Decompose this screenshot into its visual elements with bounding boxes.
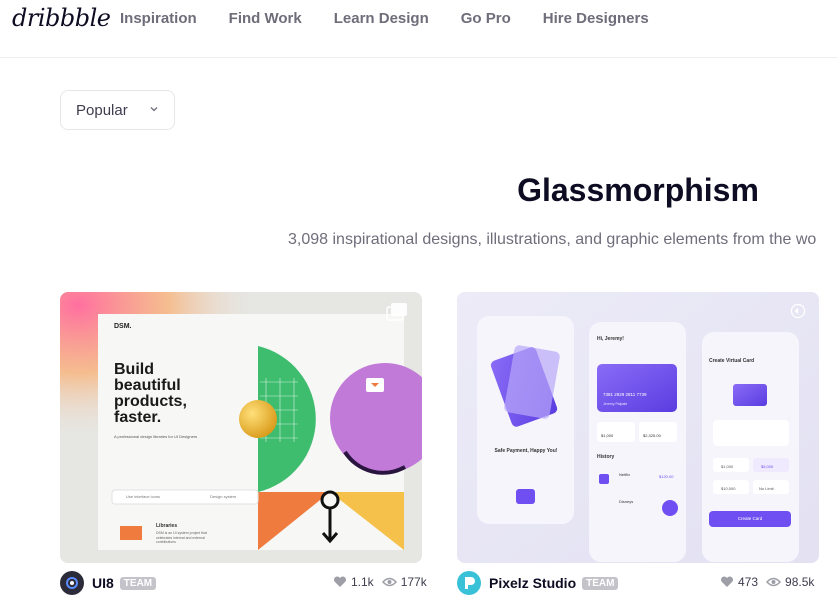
shot-stats: 473 98.5k	[720, 575, 822, 589]
shot-search: Use interface icons	[126, 494, 161, 499]
shot-thumbnail[interactable]: DSM. Build beautiful products, faster. A…	[60, 292, 422, 563]
shot-greeting: Hi, Jeremy!	[597, 336, 624, 342]
team-badge: TEAM	[119, 576, 157, 590]
shot-dropdown: Design system	[210, 494, 237, 499]
shot-tagline: A professional design libraries for UI D…	[114, 434, 198, 439]
view-count: 177k	[400, 575, 427, 589]
eye-icon	[381, 577, 397, 587]
shot-preview-payment	[457, 292, 819, 563]
shot-brand: DSM.	[114, 323, 132, 330]
shot-card-name: Jeremy Palpate	[603, 402, 628, 406]
shot-headline: Build beautiful products, faster.	[114, 361, 187, 426]
shot-credit-limit: $1,000	[601, 433, 614, 438]
shot-screen3-title: Create Virtual Card	[709, 358, 755, 364]
heart-icon[interactable]	[333, 576, 347, 588]
nav-inspiration[interactable]: Inspiration	[120, 10, 197, 27]
nav-go-pro[interactable]: Go Pro	[461, 10, 511, 27]
shot-amount-3: $10,000	[721, 486, 736, 491]
top-nav-bar: dribbble Inspiration Find Work Learn Des…	[0, 0, 838, 58]
shot-amount-2: $5,000	[761, 464, 774, 469]
nav-hire-designers[interactable]: Hire Designers	[543, 10, 649, 27]
team-badge: TEAM	[582, 576, 619, 590]
shot-preview-dsm	[60, 292, 422, 563]
page-subtitle: 3,098 inspirational designs, illustratio…	[288, 231, 817, 248]
shot-screen1-title: Safe Payment, Happy You!	[494, 448, 558, 454]
shot-author[interactable]: Pixelz Studio TEAM	[457, 570, 619, 596]
page-title: Glassmorphism	[517, 172, 759, 208]
like-count: 1.1k	[351, 575, 374, 589]
main-nav: Inspiration Find Work Learn Design Go Pr…	[120, 10, 681, 27]
nav-learn-design[interactable]: Learn Design	[334, 10, 429, 27]
shot-amount-4: No Limit	[759, 486, 774, 491]
pixelz-logo-icon	[465, 577, 475, 589]
shot-lib-title: Libraries	[156, 523, 178, 529]
rebound-icon	[790, 303, 806, 319]
shot-thumbnail[interactable]: Safe Payment, Happy You! Hi, Jeremy! 738…	[457, 292, 819, 563]
shot-amount-1: $1,000	[721, 464, 734, 469]
shot-cta: Create Card	[737, 516, 763, 521]
avatar[interactable]	[457, 571, 481, 595]
ui8-logo-icon	[66, 577, 78, 589]
nav-find-work[interactable]: Find Work	[229, 10, 302, 27]
heart-icon[interactable]	[720, 576, 734, 588]
sort-dropdown-value: Popular	[76, 101, 128, 119]
shot-tx2: Disneys	[619, 499, 634, 504]
shot-author[interactable]: UI8 TEAM	[60, 570, 157, 596]
shot-history: History	[597, 454, 615, 460]
chevron-down-icon	[150, 107, 158, 112]
multi-shot-icon	[386, 303, 407, 321]
shot-tx1-amount: $120.00	[659, 474, 674, 479]
view-count: 98.5k	[785, 575, 815, 589]
eye-icon	[766, 577, 782, 587]
avatar[interactable]	[60, 571, 84, 595]
author-name[interactable]: Pixelz Studio	[489, 575, 576, 591]
shot-monthly-spend: $2,325.00	[643, 433, 661, 438]
author-name[interactable]: UI8	[92, 575, 114, 591]
shot-lib-text: DSM is an UI system project that celebra…	[156, 531, 207, 544]
shot-stats: 1.1k 177k	[333, 575, 435, 589]
dribbble-logo[interactable]: dribbble	[12, 4, 111, 32]
shot-card-number: 7381 2929 2811 7739	[603, 392, 647, 397]
shot-tx1: Netflix	[619, 472, 631, 477]
sort-dropdown[interactable]: Popular	[60, 90, 175, 130]
like-count: 473	[738, 575, 759, 589]
